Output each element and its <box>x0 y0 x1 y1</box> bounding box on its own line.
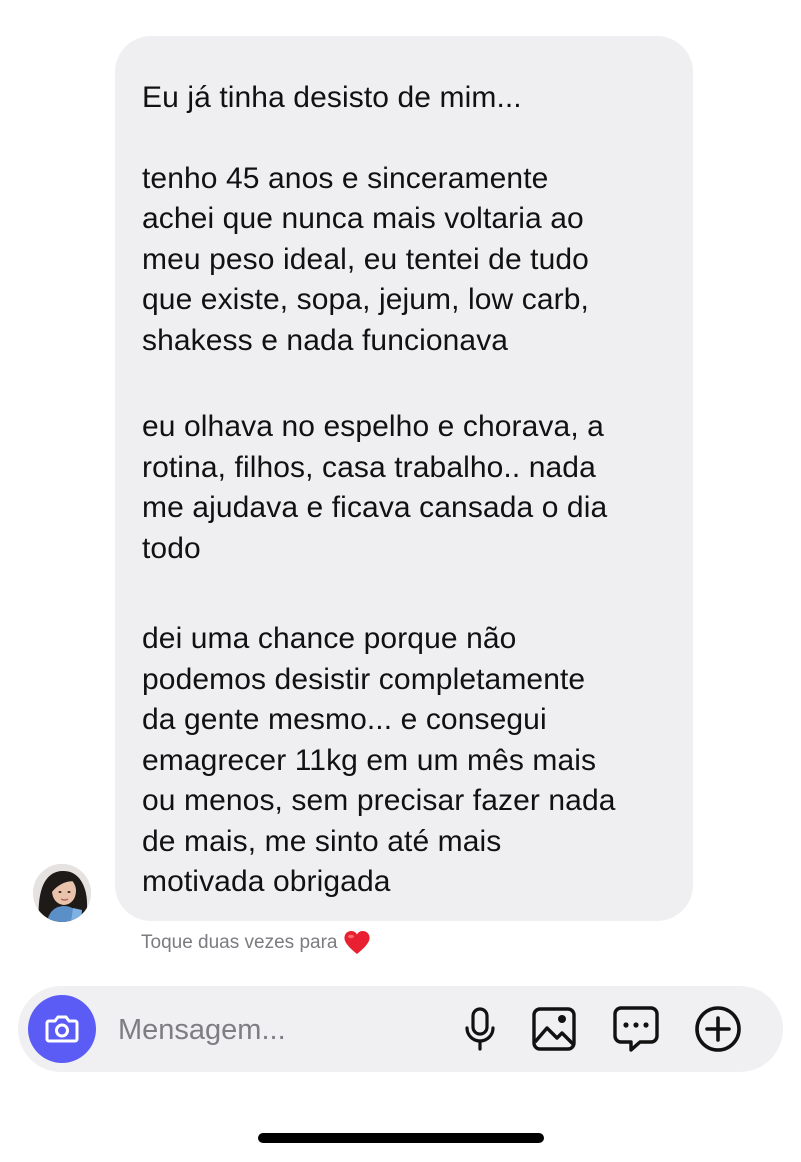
avatar-image <box>33 864 91 922</box>
gallery-button[interactable] <box>528 1003 580 1055</box>
hint-text: Toque duas vezes para <box>141 932 338 953</box>
heart-icon <box>343 930 371 956</box>
message-line: me ajudava e ficava cansada o dia <box>142 491 608 524</box>
message-line: tenho 45 anos e sinceramente <box>142 161 549 195</box>
message-composer <box>18 986 783 1072</box>
camera-icon <box>45 1015 79 1043</box>
message-paragraph: tenho 45 anos e sinceramente achei que n… <box>142 159 663 362</box>
add-button[interactable] <box>692 1003 744 1055</box>
sticker-chat-icon <box>613 1006 659 1052</box>
message-line: Eu já tinha desisto de mim... <box>142 81 522 114</box>
message-line: achei que nunca mais voltaria ao <box>142 202 584 235</box>
gallery-icon <box>532 1007 576 1051</box>
message-line: motivada obrigada <box>142 865 391 898</box>
message-line: eu olhava no espelho e chorava, a <box>142 410 604 443</box>
sender-avatar[interactable] <box>33 864 91 922</box>
plus-circle-icon <box>695 1006 741 1052</box>
message-line: ou menos, sem precisar fazer nada <box>142 784 616 817</box>
camera-button[interactable] <box>28 995 96 1063</box>
sticker-chat-button[interactable] <box>610 1003 662 1055</box>
message-input[interactable] <box>116 1008 420 1052</box>
message-line: meu peso ideal, eu tentei de tudo <box>142 242 589 276</box>
message-line: rotina, filhos, casa trabalho.. nada <box>142 450 596 484</box>
message-line: que existe, sopa, jejum, low carb, <box>142 283 589 316</box>
microphone-button[interactable] <box>454 1003 506 1055</box>
microphone-icon <box>465 1007 495 1051</box>
message-line: dei uma chance porque não <box>142 622 517 655</box>
double-tap-hint: Toque duas vezes para <box>141 929 371 957</box>
message-line: shakess e nada funcionava <box>142 323 509 357</box>
message-line: de mais, me sinto até mais <box>142 824 502 858</box>
message-paragraph: eu olhava no espelho e chorava, a rotina… <box>142 407 663 569</box>
message-line: emagrecer 11kg em um mês mais <box>142 743 597 777</box>
message-line: todo <box>142 531 201 565</box>
message-line: podemos desistir completamente <box>142 662 586 696</box>
home-indicator[interactable] <box>258 1133 544 1143</box>
message-bubble[interactable]: Eu já tinha desisto de mim... tenho 45 a… <box>115 36 693 921</box>
message-line: da gente mesmo... e consegui <box>142 703 547 736</box>
message-paragraph: dei uma chance porque não podemos desist… <box>142 619 663 903</box>
message-paragraph: Eu já tinha desisto de mim... <box>142 78 663 119</box>
